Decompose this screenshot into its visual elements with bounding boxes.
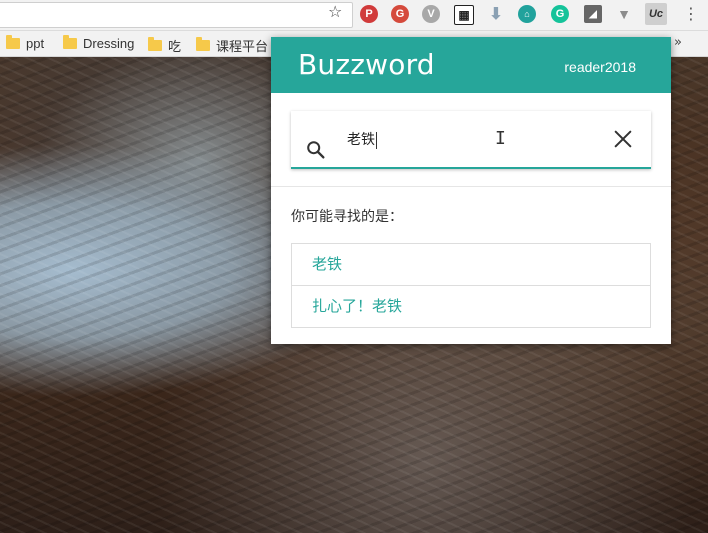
- bookmark-label: 课程平台: [216, 39, 269, 54]
- qr-code-icon[interactable]: ▦: [454, 5, 474, 25]
- suggestion-item[interactable]: 扎心了！老铁: [292, 285, 650, 327]
- bookmark-folder-eat[interactable]: 吃: [148, 36, 181, 55]
- cast-icon[interactable]: ◢: [584, 5, 602, 23]
- bookmark-label: Dressing: [83, 36, 135, 51]
- popup-header: Buzzword reader2018: [271, 37, 671, 93]
- more-bookmarks-icon[interactable]: »: [674, 35, 682, 50]
- folder-icon: [63, 35, 77, 49]
- divider: [271, 186, 671, 187]
- folder-icon: [148, 37, 162, 51]
- bookmark-folder-ppt[interactable]: ppt: [6, 35, 45, 51]
- username[interactable]: reader2018: [564, 59, 636, 75]
- address-bar[interactable]: [0, 2, 353, 28]
- folder-icon: [6, 35, 20, 49]
- close-icon[interactable]: [612, 128, 634, 150]
- folder-icon: [196, 37, 210, 51]
- chrome-menu-icon[interactable]: ⋮: [683, 4, 699, 24]
- suggestion-heading: 你可能寻找的是：: [291, 209, 403, 225]
- brand-title: Buzzword: [298, 48, 435, 81]
- browser-toolbar: ☆ P G V ▦ ⬇ ⌂ G ◢ ▼ Uc ⋮: [0, 0, 708, 31]
- bookmark-folder-dressing[interactable]: Dressing: [63, 35, 135, 51]
- pinterest-icon[interactable]: P: [360, 5, 378, 23]
- bookmark-folder-courses[interactable]: 课程平台: [196, 36, 268, 55]
- proxy-icon[interactable]: G: [391, 5, 409, 23]
- extension-popup: Buzzword reader2018 老铁 I 你可能寻找的是： 老铁 扎心了…: [271, 37, 671, 344]
- search-field[interactable]: 老铁 I: [291, 111, 651, 169]
- bookmark-label: ppt: [26, 36, 45, 51]
- bookmark-star-icon[interactable]: ☆: [328, 3, 342, 21]
- text-cursor-icon: I: [495, 128, 506, 149]
- buzzword-icon[interactable]: Uc: [645, 3, 667, 25]
- grammarly-icon[interactable]: G: [551, 5, 569, 23]
- suggestion-list: 老铁 扎心了！老铁: [291, 243, 651, 328]
- bank-icon[interactable]: ⌂: [518, 5, 536, 23]
- search-input[interactable]: 老铁: [347, 132, 377, 149]
- vpn-icon[interactable]: ▼: [615, 5, 633, 23]
- search-icon: [307, 141, 325, 159]
- suggestion-item[interactable]: 老铁: [292, 244, 650, 285]
- bookmark-label: 吃: [168, 39, 182, 54]
- vysor-icon[interactable]: V: [422, 5, 440, 23]
- download-icon[interactable]: ⬇: [487, 5, 505, 23]
